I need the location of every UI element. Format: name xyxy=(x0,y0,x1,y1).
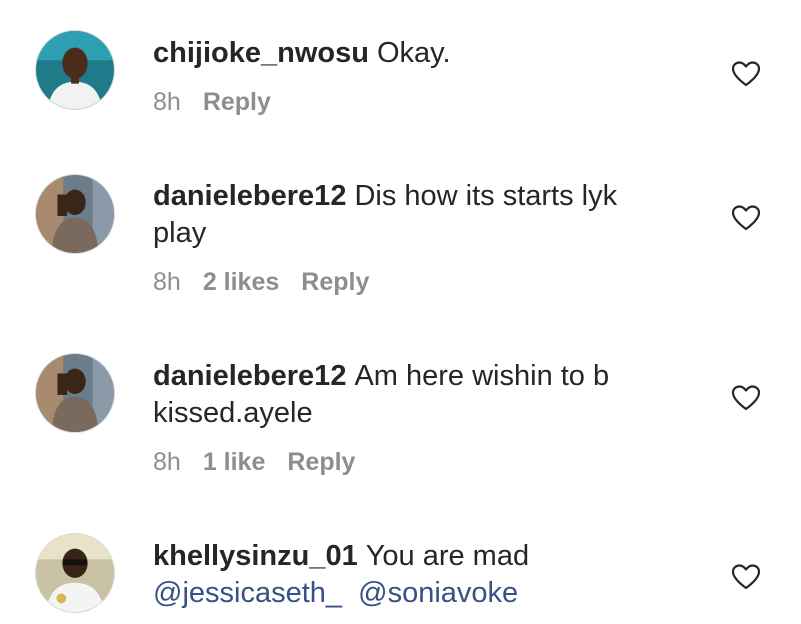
comment-item: danielebere12 Dis how its starts lyk play… xyxy=(0,140,801,320)
comment-body: khellysinzu_01 You are mad @jessicaseth_ … xyxy=(153,538,673,612)
comment-time: 8h xyxy=(153,268,181,296)
comment-item: khellysinzu_01 You are mad @jessicaseth_ … xyxy=(0,500,801,624)
comment-body: danielebere12 Dis how its starts lyk play xyxy=(153,178,673,252)
comment-meta: 8h 2 likes Reply xyxy=(153,268,369,297)
reply-button[interactable]: Reply xyxy=(301,268,369,297)
reply-button[interactable]: Reply xyxy=(287,448,355,477)
comment-text: Okay. xyxy=(376,37,451,69)
likes-count[interactable]: 2 likes xyxy=(203,268,279,297)
avatar[interactable] xyxy=(35,353,115,433)
avatar[interactable] xyxy=(35,533,115,613)
heart-outline-icon[interactable] xyxy=(731,563,761,591)
comment-username[interactable]: chijioke_nwosu xyxy=(153,37,369,69)
heart-outline-icon[interactable] xyxy=(731,384,761,412)
heart-outline-icon[interactable] xyxy=(731,204,761,232)
comment-username[interactable]: danielebere12 xyxy=(153,360,346,392)
avatar-man-white-shirt-icon xyxy=(36,31,114,109)
comment-meta: 8h 1 like Reply xyxy=(153,448,355,477)
likes-count[interactable]: 1 like xyxy=(203,448,266,477)
avatar[interactable] xyxy=(35,174,115,254)
avatar-man-sunglasses-icon xyxy=(36,534,114,612)
comment-time: 8h xyxy=(153,88,181,116)
comment-meta: 8h Reply xyxy=(153,88,271,117)
avatar[interactable] xyxy=(35,30,115,110)
mention-link[interactable]: @jessicaseth_ xyxy=(153,577,342,609)
comment-body: danielebere12 Am here wishin to b kissed.… xyxy=(153,358,673,432)
avatar-man-blurry-icon xyxy=(36,175,114,253)
comment-item: danielebere12 Am here wishin to b kissed.… xyxy=(0,320,801,500)
comment-text: You are mad xyxy=(365,540,530,572)
comment-item: chijioke_nwosu Okay. 8h Reply xyxy=(0,0,801,140)
comment-username[interactable]: danielebere12 xyxy=(153,180,346,212)
comment-body: chijioke_nwosu Okay. xyxy=(153,35,673,72)
reply-button[interactable]: Reply xyxy=(203,88,271,117)
comment-time: 8h xyxy=(153,448,181,476)
avatar-man-blurry-icon xyxy=(36,354,114,432)
heart-outline-icon[interactable] xyxy=(731,60,761,88)
mention-link[interactable]: @soniavoke xyxy=(358,577,518,609)
comment-username[interactable]: khellysinzu_01 xyxy=(153,540,358,572)
